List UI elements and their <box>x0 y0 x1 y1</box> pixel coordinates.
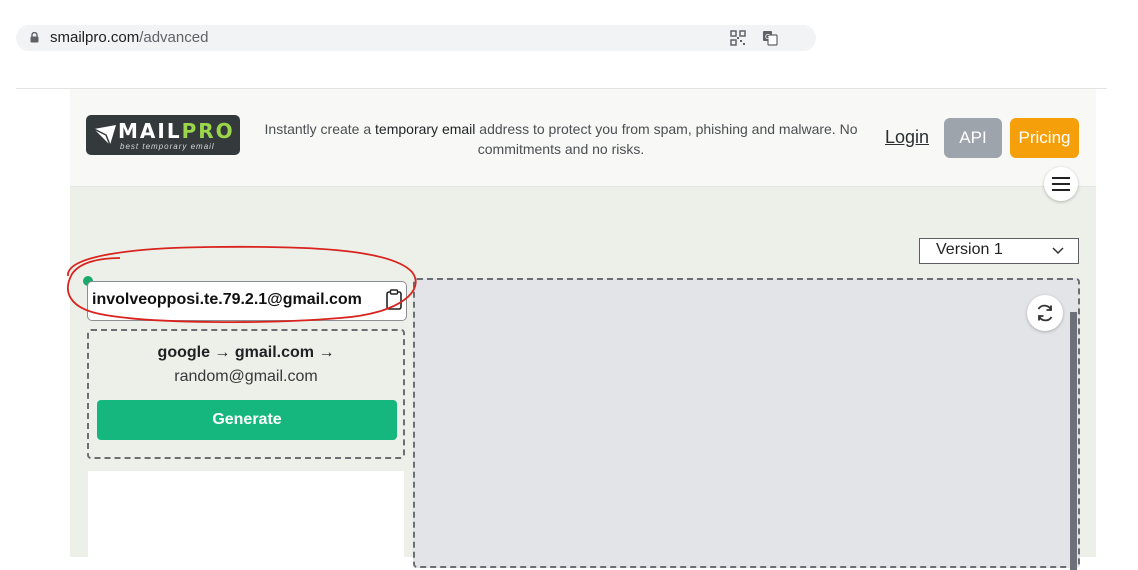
clipboard-copy-icon[interactable] <box>386 289 402 315</box>
login-link[interactable]: Login <box>885 127 929 148</box>
site-frame: MAILPRO best temporary email Instantly c… <box>16 88 1107 570</box>
email-address-value: involveopposi.te.79.2.1@gmail.com <box>92 291 362 308</box>
inbox-scrollbar[interactable] <box>1070 312 1077 570</box>
refresh-icon <box>1037 304 1053 322</box>
generator-example-text: random@gmail.com <box>174 368 318 385</box>
logo-wordmark: MAILPRO <box>118 119 235 143</box>
email-address-field[interactable]: involveopposi.te.79.2.1@gmail.com <box>87 281 407 321</box>
smailpro-logo[interactable]: MAILPRO best temporary email <box>86 115 240 155</box>
logo-word-main: MAIL <box>118 119 182 143</box>
api-button[interactable]: API <box>944 118 1002 158</box>
svg-text:G: G <box>765 33 770 41</box>
logo-tagline: best temporary email <box>120 142 215 151</box>
generate-button[interactable]: Generate <box>97 400 397 440</box>
site-tagline: Instantly create a temporary email addre… <box>246 119 876 159</box>
envelope-logo-icon <box>92 123 118 152</box>
qr-code-icon[interactable] <box>730 30 746 46</box>
site-header: MAILPRO best temporary email Instantly c… <box>70 89 1096 187</box>
chevron-down-icon <box>1052 247 1064 255</box>
hamburger-menu-button[interactable] <box>1044 167 1078 201</box>
inbox-panel <box>413 278 1080 570</box>
address-bar[interactable]: smailpro.com/advanced G <box>16 25 816 51</box>
tagline-emphasis: temporary email <box>375 121 476 137</box>
version-select-value: Version 1 <box>936 241 1003 258</box>
url-path: /advanced <box>139 29 209 46</box>
logo-word-accent: PRO <box>181 119 235 143</box>
url-text[interactable]: smailpro.com/advanced <box>50 29 208 46</box>
pricing-button[interactable]: Pricing <box>1010 118 1079 158</box>
url-host: smailpro.com <box>50 29 140 46</box>
lock-icon <box>30 32 39 43</box>
generator-path-text: google → gmail.com → <box>157 344 335 361</box>
hamburger-icon <box>1052 177 1070 191</box>
tagline-part-1: Instantly create a <box>264 121 376 137</box>
email-list-panel <box>88 471 404 561</box>
translate-icon[interactable]: G <box>762 30 778 46</box>
refresh-button[interactable] <box>1027 295 1063 331</box>
main-panel: MAILPRO best temporary email Instantly c… <box>70 89 1096 570</box>
tagline-part-2: address to protect you from spam, phishi… <box>475 121 858 157</box>
generator-panel: google → gmail.com → random@gmail.com Ge… <box>87 329 405 459</box>
version-select[interactable]: Version 1 <box>919 238 1079 264</box>
